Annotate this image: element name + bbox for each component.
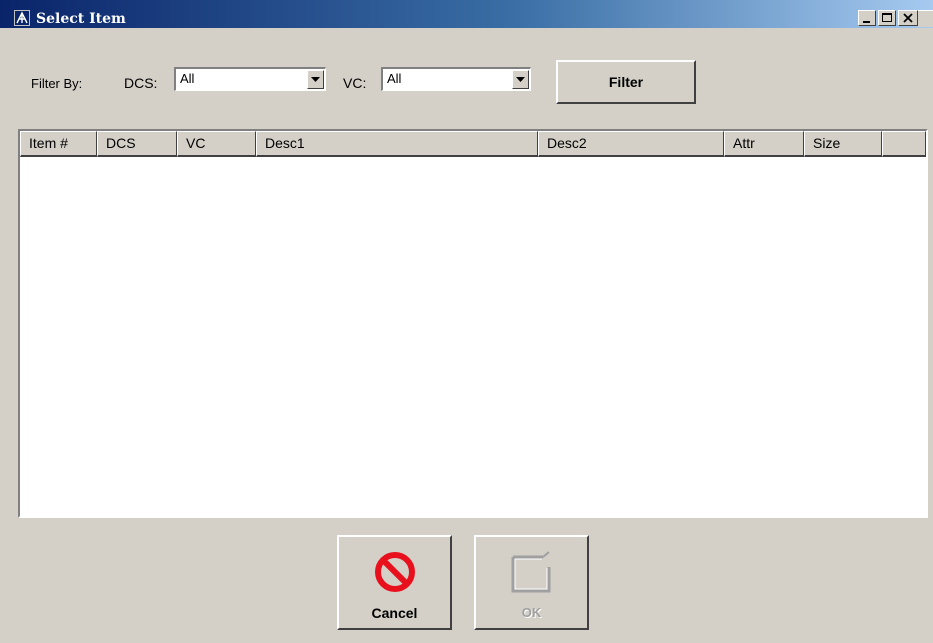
column-header-dcs[interactable]: DCS (97, 131, 177, 157)
vc-dropdown-button[interactable] (512, 70, 529, 89)
close-icon (903, 13, 913, 23)
column-header-size[interactable]: Size (804, 131, 882, 157)
app-icon (14, 10, 30, 26)
window-title: Select Item (36, 11, 126, 27)
maximize-icon (882, 13, 892, 22)
ok-button-label: OK (521, 605, 542, 620)
column-header-attr[interactable]: Attr (724, 131, 804, 157)
column-header-item-number[interactable]: Item # (20, 131, 97, 157)
column-header-vc[interactable]: VC (177, 131, 256, 157)
maximize-button[interactable] (878, 10, 896, 26)
minimize-icon (863, 21, 870, 23)
column-header-desc1[interactable]: Desc1 (256, 131, 538, 157)
close-button[interactable] (898, 10, 918, 26)
vc-label: VC: (343, 75, 367, 91)
dcs-select-value: All (180, 71, 195, 86)
no-entry-icon (374, 552, 415, 592)
column-header-desc2[interactable]: Desc2 (538, 131, 724, 157)
cancel-button-label: Cancel (371, 605, 418, 621)
items-table: Item # DCS VC Desc1 Desc2 Attr Size (18, 129, 928, 518)
filter-by-label: Filter By: (31, 76, 83, 91)
dcs-label: DCS: (124, 75, 158, 91)
table-header: Item # DCS VC Desc1 Desc2 Attr Size (20, 131, 926, 157)
cancel-button[interactable]: Cancel (337, 535, 452, 630)
chevron-down-icon (516, 77, 525, 82)
select-item-window: Select Item Filter By: DCS: All VC: All … (0, 0, 933, 643)
dcs-dropdown-button[interactable] (307, 70, 324, 89)
checkbox-icon (511, 551, 550, 593)
vc-select[interactable]: All (381, 67, 531, 91)
title-bar[interactable]: Select Item (0, 0, 933, 28)
dcs-select[interactable]: All (174, 67, 326, 91)
filter-button[interactable]: Filter (556, 60, 696, 104)
column-header-filler (882, 131, 926, 157)
table-body[interactable] (20, 157, 926, 516)
minimize-button[interactable] (858, 10, 876, 26)
title-bar-edge (918, 10, 933, 27)
chevron-down-icon (311, 77, 320, 82)
ok-button[interactable]: OK (474, 535, 589, 630)
vc-select-value: All (387, 71, 402, 86)
